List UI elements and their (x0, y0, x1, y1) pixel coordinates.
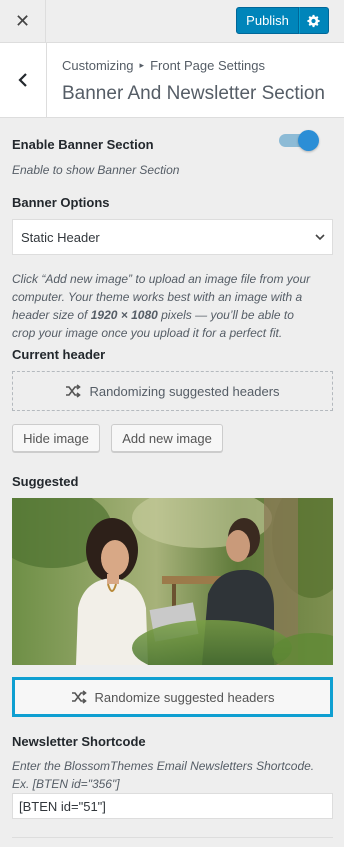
publish-settings-button[interactable] (299, 7, 329, 34)
enable-banner-toggle[interactable] (277, 130, 319, 151)
publish-button[interactable]: Publish (236, 7, 299, 34)
breadcrumb-root: Customizing (62, 58, 134, 73)
breadcrumb-separator: ▸ (139, 60, 145, 70)
divider (12, 837, 333, 838)
current-header-placeholder: Randomizing suggested headers (12, 371, 333, 411)
newsletter-label: Newsletter Shortcode (12, 734, 146, 749)
current-header-label: Current header (12, 347, 106, 362)
hide-image-button[interactable]: Hide image (12, 424, 100, 452)
newsletter-desc-line-1: Enter the BlossomThemes Email Newsletter… (12, 759, 315, 773)
back-chevron-icon (18, 73, 27, 87)
close-icon: ✕ (14, 10, 31, 31)
back-button[interactable] (0, 43, 47, 117)
toggle-knob (298, 130, 319, 151)
banner-options-value: Static Header (21, 229, 100, 245)
randomize-suggested-headers-button[interactable]: Randomize suggested headers (12, 677, 333, 717)
header-image-help: Click “Add new image” to upload an image… (12, 270, 336, 342)
newsletter-description: Enter the BlossomThemes Email Newsletter… (12, 757, 337, 793)
randomizing-text: Randomizing suggested headers (89, 383, 280, 399)
help-line-2: computer. Your theme works best with an … (12, 290, 303, 304)
newsletter-desc-line-2: Ex. [BTEN id="356"] (12, 777, 120, 791)
suggested-header-image[interactable] (12, 498, 333, 665)
banner-options-label: Banner Options (12, 195, 110, 210)
suggested-label: Suggested (12, 474, 79, 489)
close-button[interactable]: ✕ (0, 0, 46, 42)
help-line-1: Click “Add new image” to upload an image… (12, 272, 311, 286)
randomize-button-label: Randomize suggested headers (94, 689, 275, 705)
chevron-down-icon (315, 234, 325, 241)
breadcrumb: Customizing ▸ Front Page Settings (62, 58, 265, 73)
help-line-3a: header size of (12, 308, 91, 322)
newsletter-shortcode-input[interactable] (12, 793, 333, 819)
breadcrumb-parent: Front Page Settings (150, 58, 265, 73)
publish-group: Publish (236, 7, 329, 34)
suggested-photo (12, 498, 333, 665)
header-size: 1920 × 1080 (90, 308, 158, 322)
help-line-4: crop your image once you upload it for a… (12, 326, 283, 340)
enable-banner-description: Enable to show Banner Section (12, 163, 180, 177)
add-new-image-button[interactable]: Add new image (111, 424, 223, 452)
help-line-3c: pixels — you’ll be able to (157, 308, 294, 322)
enable-banner-label: Enable Banner Section (12, 137, 154, 152)
customizer-topbar: ✕ Publish (0, 0, 344, 43)
shuffle-icon (71, 690, 87, 704)
banner-options-select[interactable]: Static Header (12, 219, 333, 255)
help-line-3: header size of 1920 × 1080 pixels — you’… (12, 306, 336, 324)
gear-icon (307, 14, 320, 27)
shuffle-icon (66, 384, 82, 398)
section-title: Banner And Newsletter Section (62, 83, 325, 104)
section-header: Customizing ▸ Front Page Settings Banner… (0, 43, 344, 118)
